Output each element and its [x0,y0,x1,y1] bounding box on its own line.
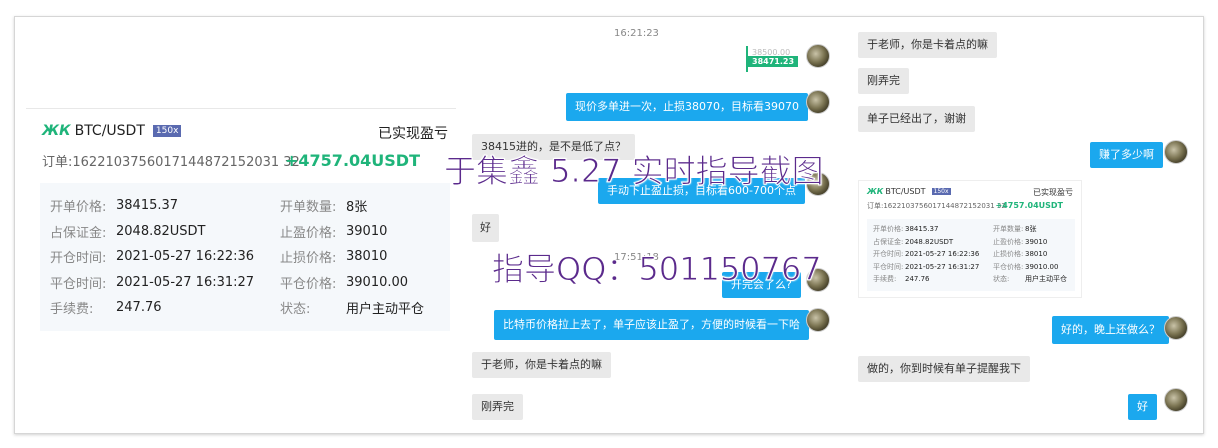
mini-leverage-badge: 150x [931,188,951,195]
watermark-title: 于集鑫 5.27 实时指导截图 [444,152,825,191]
mini-realized-title: 已实现盈亏 [1033,188,1073,197]
mini-order-number: 订单:1622103756017144872152031 32 [867,202,1006,210]
avatar[interactable] [806,90,830,114]
order-details-grid: 开单价格: 38415.37 开单数量: 8张 占保证金: 2048.82USDT 止盈价… [40,183,450,331]
chat-bubble-in[interactable]: 于老师，你是卡着点的嘛 [472,352,611,378]
detail-row: 开单价格: 38415.37 开单数量: 8张 [50,198,368,216]
avatar[interactable] [806,44,830,68]
realized-pnl-title: 已实现盈亏 [378,126,448,142]
exchange-logo-icon: ЖК [867,187,884,196]
detail-row: 开仓时间: 2021-05-27 16:22:36 止损价格: 38010 [873,250,1048,259]
avatar[interactable] [806,308,830,332]
detail-row: 平仓时间: 2021-05-27 16:31:27 平仓价格: 39010.00 [873,262,1059,271]
detail-row: 开仓时间: 2021-05-27 16:22:36 止损价格: 38010 [50,249,388,267]
chat-bubble-in[interactable]: 单子已经出了，谢谢 [858,106,975,132]
watermark-contact: 指导QQ：501150767 [492,250,823,289]
order-pair: ЖК BTC/USDT 150x [42,123,182,139]
pair-label: BTC/USDT [74,123,145,139]
chat-bubble-in[interactable]: 刚弄完 [472,394,523,420]
mini-pair: ЖК BTC/USDT 150x [867,187,951,196]
avatar[interactable] [1164,388,1188,412]
chat-bubble-out[interactable]: 赚了多少啊 [1090,142,1163,168]
order-card: ЖК BTC/USDT 150x 已实现盈亏 订单:16221037560171… [26,108,456,338]
detail-row: 手续费: 247.76 状态: 用户主动平仓 [873,275,1067,284]
leverage-badge: 150x [152,125,182,137]
avatar[interactable] [1164,316,1188,340]
chat-bubble-out[interactable]: 比特币价格拉上去了，单子应该止盈了，方便的时候看一下哈 [494,310,809,340]
chat-bubble-in[interactable]: 刚弄完 [858,68,909,94]
order-card-thumbnail[interactable]: ЖК BTC/USDT 150x 已实现盈亏 订单:16221037560171… [858,180,1082,298]
detail-row: 开单价格: 38415.37 开单数量: 8张 [873,225,1037,234]
detail-row: 占保证金: 2048.82USDT 止盈价格: 39010 [50,223,388,241]
detail-row: 手续费: 247.76 状态: 用户主动平仓 [50,300,425,318]
exchange-logo-icon: ЖК [42,123,71,139]
profit-value: +4757.04USDT [285,151,420,170]
order-number: 订单:1622103756017144872152031 32 [42,155,300,170]
chat-bubble-in[interactable]: 于老师，你是卡着点的嘛 [858,32,997,58]
price-new: 38471.23 [748,56,799,67]
avatar[interactable] [1164,140,1188,164]
detail-row: 占保证金: 2048.82USDT 止盈价格: 39010 [873,237,1048,246]
chat-bubble-in[interactable]: 做的，你到时候有单子提醒我下 [858,356,1030,382]
mini-profit: +4757.04USDT [995,201,1064,210]
chat-bubble-out[interactable]: 好的，晚上还做么？ [1052,316,1169,344]
chat-bubble-out[interactable]: 现价多单进一次，止损38070，目标看39070 [566,93,808,121]
chat-timestamp: 16:21:23 [614,28,659,39]
chat-bubble-in[interactable]: 好 [472,214,499,242]
detail-row: 平仓时间: 2021-05-27 16:31:27 平仓价格: 39010.00 [50,274,409,292]
chat-bubble-out[interactable]: 好 [1128,394,1157,420]
mini-details-grid: 开单价格: 38415.37 开单数量: 8张 占保证金: 2048.82USDT 止盈价… [867,219,1075,291]
price-image-message[interactable]: 38500.00 38471.23 [744,46,799,72]
mini-pair-label: BTC/USDT [885,187,926,196]
